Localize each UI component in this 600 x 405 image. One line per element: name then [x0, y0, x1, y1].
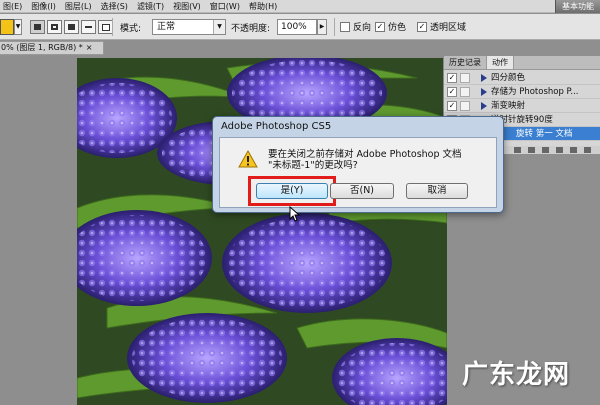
action-row[interactable]: ✓ 四分颜色 [444, 71, 600, 85]
warning-icon [238, 150, 258, 168]
mode-label: 模式: [120, 24, 142, 34]
dialog-toggle-box[interactable] [460, 87, 470, 97]
new-action-icon[interactable] [570, 147, 577, 153]
document-canvas-image[interactable] [77, 58, 447, 405]
tab-actions[interactable]: 动作 [487, 56, 514, 69]
menu-window[interactable]: 窗口(W) [207, 0, 246, 13]
mode-select-value: 正常 [157, 22, 176, 32]
action-toggle-checkbox[interactable]: ✓ [447, 87, 457, 97]
options-divider [334, 18, 335, 36]
dither-checkbox-box[interactable]: ✓ [375, 21, 385, 32]
menu-select[interactable]: 选择(S) [98, 0, 134, 13]
new-set-icon[interactable] [556, 147, 563, 153]
gradient-swatch[interactable] [0, 19, 14, 35]
action-label: 逆时针旋转90度 [491, 115, 553, 125]
cancel-button[interactable]: 取消 [406, 183, 468, 199]
expand-triangle-icon[interactable] [481, 102, 487, 110]
hyacinth-photo [77, 58, 447, 405]
action-label: 四分颜色 [491, 73, 526, 83]
play-icon[interactable] [542, 147, 549, 153]
mode-select[interactable]: 正常 ▼ [152, 19, 226, 35]
linear-gradient-button[interactable] [30, 20, 45, 34]
dialog-message: 要在关闭之前存储对 Adobe Photoshop 文档 "未标题-1"的更改吗… [268, 149, 462, 171]
record-icon[interactable] [528, 147, 535, 153]
transparency-checkbox[interactable]: ✓ 透明区域 [417, 20, 466, 33]
menu-layer[interactable]: 图层(L) [62, 0, 98, 13]
gradient-picker-arrow-icon[interactable]: ▼ [14, 19, 22, 35]
reverse-checkbox-box[interactable] [340, 21, 350, 32]
document-tab-title: 0% (图层 1, RGB/8) * [1, 43, 83, 52]
transparency-label: 透明区域 [430, 23, 467, 33]
action-label: 渐变映射 [491, 101, 526, 111]
reverse-checkbox[interactable]: 反向 [340, 20, 371, 33]
menu-view[interactable]: 视图(V) [170, 0, 207, 13]
opacity-arrow-icon[interactable]: ▶ [317, 19, 327, 35]
no-button[interactable]: 否(N) [330, 183, 394, 199]
angle-gradient-button[interactable] [64, 20, 79, 34]
mouse-cursor-icon [289, 206, 301, 222]
close-icon[interactable]: × [86, 42, 93, 54]
dialog-body: 要在关闭之前存储对 Adobe Photoshop 文档 "未标题-1"的更改吗… [219, 137, 497, 208]
action-row[interactable]: ✓ 存储为 Photoshop P... [444, 85, 600, 99]
reflected-gradient-button[interactable] [81, 20, 96, 34]
menu-edit[interactable]: 图(E) [0, 0, 28, 13]
dither-checkbox[interactable]: ✓ 仿色 [375, 20, 406, 33]
menu-bar: 图(E) 图像(I) 图层(L) 选择(S) 滤镜(T) 视图(V) 窗口(W)… [0, 0, 600, 13]
action-toggle-checkbox[interactable]: ✓ [447, 73, 457, 83]
tab-history[interactable]: 历史记录 [444, 56, 487, 69]
chevron-down-icon: ▼ [213, 20, 225, 34]
action-label: 旋转 第一 文档 [516, 129, 573, 139]
save-changes-dialog: Adobe Photoshop CS5 要在关闭之前存储对 Adobe Phot… [212, 116, 504, 213]
menu-help[interactable]: 帮助(H) [246, 0, 283, 13]
opacity-input[interactable]: 100% [277, 19, 317, 35]
dialog-toggle-box[interactable] [460, 73, 470, 83]
panel-tabs: 历史记录 动作 [444, 56, 600, 70]
expand-triangle-icon[interactable] [481, 88, 487, 96]
trash-icon[interactable] [584, 147, 591, 153]
options-bar: ▼ 模式: 正常 ▼ 不透明度: 100% ▶ 反向 ✓ 仿色 ✓ 透明区域 [0, 14, 600, 40]
watermark-text: 广东龙网 [462, 360, 571, 390]
opacity-label: 不透明度: [231, 24, 271, 34]
document-tab[interactable]: 0% (图层 1, RGB/8) * × [0, 41, 104, 55]
action-label: 存储为 Photoshop P... [491, 87, 579, 97]
dialog-toggle-box[interactable] [460, 101, 470, 111]
action-toggle-checkbox[interactable]: ✓ [447, 101, 457, 111]
menu-filter[interactable]: 滤镜(T) [134, 0, 170, 13]
yes-button[interactable]: 是(Y) [256, 183, 328, 199]
transparency-checkbox-box[interactable]: ✓ [417, 21, 427, 32]
dither-label: 仿色 [388, 23, 407, 33]
dialog-title: Adobe Photoshop CS5 [221, 121, 332, 132]
workspace-switcher[interactable]: 基本功能 [555, 0, 600, 13]
gradient-mode-group [30, 20, 113, 34]
radial-gradient-button[interactable] [47, 20, 62, 34]
diamond-gradient-button[interactable] [98, 20, 113, 34]
dialog-message-line1: 要在关闭之前存储对 Adobe Photoshop 文档 [268, 149, 462, 160]
expand-triangle-icon[interactable] [481, 74, 487, 82]
stop-icon[interactable] [514, 147, 521, 153]
reverse-label: 反向 [353, 23, 372, 33]
menu-image[interactable]: 图像(I) [28, 0, 62, 13]
options-divider [112, 18, 113, 36]
dialog-message-line2: "未标题-1"的更改吗? [268, 160, 358, 171]
action-row[interactable]: ✓ 渐变映射 [444, 99, 600, 113]
